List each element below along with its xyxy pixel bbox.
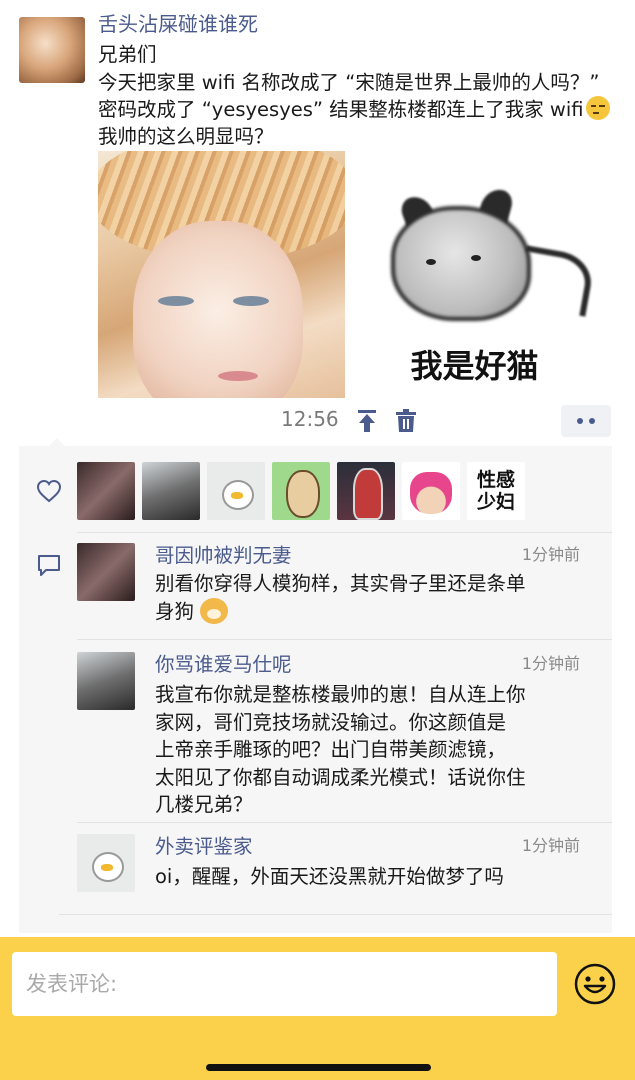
author-name[interactable]: 舌头沾屎碰谁谁死 [98, 8, 258, 37]
comment-line: 身狗 [155, 599, 195, 623]
raised-eyebrow-emoji-icon [585, 96, 610, 120]
comment-composer-bar [0, 937, 635, 1080]
photo-lips [218, 371, 258, 381]
post-text-line-3: 密码改成了 “yesyesyes” 结果整栋楼都连上了我家 wifi [98, 93, 610, 122]
post-text-line-4: 我帅的这么明显吗？ [98, 125, 274, 148]
comment-line: oi，醒醒，外面天还没黑就开始做梦了吗 [155, 865, 504, 888]
comment-bubble-icon [38, 555, 60, 576]
likes-comments-panel: 性感 少妇 哥因帅被判无妻 1分钟前 别看你穿得人模狗样，其实骨子里还是条单 身… [19, 438, 612, 933]
commenter-avatar[interactable] [77, 834, 135, 892]
post-text-line-1: 兄弟们 [98, 43, 157, 66]
comment-time: 1分钟前 [521, 654, 580, 673]
comment-line: 几楼兄弟？ [155, 793, 253, 816]
author-avatar[interactable] [19, 17, 85, 83]
post-meta-row: 12:56 [0, 405, 635, 437]
more-dot [577, 418, 583, 424]
photo-eye-left [158, 296, 194, 306]
photo-eye-right [233, 296, 269, 306]
comment-time: 1分钟前 [521, 545, 580, 564]
liker-avatar-6[interactable] [402, 462, 460, 520]
comment-text: oi，醒醒，外面天还没黑就开始做梦了吗 [155, 863, 600, 891]
comment-text: 我宣布你就是整栋楼最帅的崽！自从连上你 家网，哥们竞技场就没输过。你这颜值是 上… [155, 681, 600, 819]
smiley-icon[interactable] [573, 962, 617, 1006]
liker-avatar-7-text-2: 少妇 [476, 491, 515, 513]
comment-time: 1分钟前 [521, 836, 580, 855]
liker-avatar-5[interactable] [337, 462, 395, 520]
post-text-line-2: 今天把家里 wifi 名称改成了 “宋随是世界上最帅的人吗？” [98, 71, 600, 94]
comment-line-with-emoji: 身狗 [155, 597, 600, 626]
photo-face [133, 221, 303, 398]
post-time: 12:56 [281, 407, 339, 431]
heart-icon [36, 479, 62, 503]
comment-input[interactable] [12, 952, 557, 1016]
divider [59, 914, 612, 915]
more-dot [589, 418, 595, 424]
pin-to-top-icon[interactable] [357, 409, 377, 433]
comment-line: 家网，哥们竞技场就没输过。你这颜值是 [155, 710, 507, 734]
portrait-photo[interactable] [98, 151, 345, 398]
cat-meme-image[interactable]: 我是好猫 [351, 151, 598, 398]
divider [77, 639, 612, 640]
cat-eye-right [471, 255, 481, 261]
commenter-name[interactable]: 你骂谁爱马仕呢 [155, 648, 292, 677]
liker-avatar-1[interactable] [77, 462, 135, 520]
divider [77, 532, 612, 533]
cat-body [391, 206, 531, 321]
doge-emoji-icon [200, 597, 229, 624]
commenter-name[interactable]: 哥因帅被判无妻 [155, 539, 292, 568]
liker-avatar-2[interactable] [142, 462, 200, 520]
post-text-line-3-text: 密码改成了 “yesyesyes” 结果整栋楼都连上了我家 wifi [98, 98, 584, 121]
commenter-name[interactable]: 外卖评鉴家 [155, 830, 253, 859]
comment-text: 别看你穿得人模狗样，其实骨子里还是条单 身狗 [155, 570, 600, 625]
divider [77, 822, 612, 823]
comment-line: 太阳见了你都自动调成柔光模式！话说你住 [155, 765, 526, 789]
more-options-button[interactable] [561, 405, 611, 437]
trash-icon[interactable] [396, 409, 416, 433]
liker-avatar-7-text-1: 性感 [476, 469, 515, 491]
cat-eye-left [426, 259, 436, 265]
cat-meme-caption: 我是好猫 [410, 347, 539, 385]
comment-line: 我宣布你就是整栋楼最帅的崽！自从连上你 [155, 683, 526, 706]
comment-line: 别看你穿得人模狗样，其实骨子里还是条单 [155, 572, 526, 595]
commenter-avatar[interactable] [77, 543, 135, 601]
cat-tail [516, 245, 596, 317]
commenter-avatar[interactable] [77, 652, 135, 710]
liker-avatar-7[interactable]: 性感 少妇 [467, 462, 525, 520]
likers-list: 性感 少妇 [77, 462, 525, 520]
comment-line: 上帝亲手雕琢的吧？出门自带美颜滤镜， [155, 738, 507, 761]
home-indicator[interactable] [206, 1064, 431, 1071]
liker-avatar-4[interactable] [272, 462, 330, 520]
liker-avatar-3[interactable] [207, 462, 265, 520]
